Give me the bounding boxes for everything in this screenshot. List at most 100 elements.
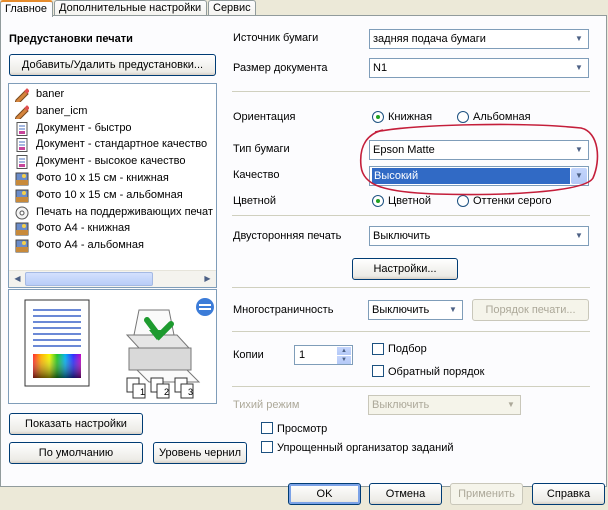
preview-checkbox[interactable] [261, 422, 273, 434]
paper-type-select[interactable]: Epson Matte ▼ [369, 140, 589, 160]
spin-up-icon[interactable]: ▲ [337, 347, 351, 355]
preset-label: Фото 10 x 15 см - альбомная [36, 188, 183, 201]
duplex-value: Выключить [373, 230, 431, 242]
preset-label: Документ - стандартное качество [36, 138, 208, 151]
svg-text:3: 3 [188, 387, 193, 397]
presets-horizontal-scrollbar[interactable]: ◀ ▶ [9, 270, 216, 287]
color-radio[interactable] [372, 195, 384, 207]
chevron-down-icon[interactable]: ▼ [571, 60, 587, 76]
document-icon [15, 121, 29, 136]
printer-icon [125, 309, 201, 383]
presets-heading: Предустановки печати [9, 33, 133, 45]
spin-down-icon[interactable]: ▼ [337, 356, 351, 364]
copies-label: Копии [233, 349, 264, 361]
show-settings-button[interactable]: Показать настройки [9, 413, 143, 435]
reverse-order-checkbox[interactable] [372, 365, 384, 377]
paper-source-select[interactable]: задняя подача бумаги ▼ [369, 29, 589, 49]
page-preview-icon [24, 299, 90, 387]
orientation-landscape-radio[interactable] [457, 111, 469, 123]
orientation-landscape-label[interactable]: Альбомная [473, 111, 531, 123]
print-preview-image: 1 2 3 [8, 289, 217, 404]
divider [232, 331, 590, 332]
tab-advanced-settings[interactable]: Дополнительные настройки [54, 0, 207, 16]
chevron-down-icon[interactable]: ▼ [571, 142, 587, 158]
collate-pages-icon: 1 2 3 [126, 377, 194, 399]
orientation-label: Ориентация [233, 111, 296, 123]
chevron-down-icon[interactable]: ▼ [503, 397, 519, 413]
help-button[interactable]: Справка [532, 483, 605, 505]
tab-main[interactable]: Главное [0, 0, 53, 17]
collate-label[interactable]: Подбор [388, 343, 427, 355]
photo-icon [15, 239, 29, 253]
preset-label: Фото А4 - альбомная [36, 239, 144, 252]
quiet-mode-value: Выключить [372, 399, 430, 411]
preset-label: Документ - высокое качество [36, 155, 186, 168]
divider [232, 287, 590, 288]
preview-label[interactable]: Просмотр [277, 423, 327, 435]
chevron-down-icon[interactable]: ▼ [571, 31, 587, 47]
document-icon [15, 138, 29, 153]
color-label: Цветной [233, 195, 276, 207]
chevron-down-icon[interactable]: ▼ [571, 168, 587, 184]
orientation-portrait-radio[interactable] [372, 111, 384, 123]
tab-service[interactable]: Сервис [208, 0, 256, 16]
ok-button[interactable]: OK [288, 483, 361, 505]
duplex-label: Двусторонняя печать [233, 230, 342, 242]
grayscale-radio[interactable] [457, 195, 469, 207]
document-size-select[interactable]: N1 ▼ [369, 58, 589, 78]
paper-type-label: Тип бумаги [233, 143, 290, 155]
multipage-select[interactable]: Выключить ▼ [368, 300, 463, 320]
copies-stepper[interactable]: 1 ▲ ▼ [294, 345, 353, 365]
chevron-down-icon[interactable]: ▼ [445, 302, 461, 318]
pencil-icon [14, 88, 30, 104]
multipage-label: Многостраничность [233, 304, 334, 316]
scroll-right-icon[interactable]: ▶ [200, 272, 215, 286]
preset-label: Фото 10 x 15 см - книжная [36, 172, 169, 184]
print-order-button[interactable]: Порядок печати... [472, 299, 589, 321]
scroll-left-icon[interactable]: ◀ [10, 272, 25, 286]
quality-select[interactable]: Высокий ▼ [369, 166, 589, 186]
color-option-label[interactable]: Цветной [388, 195, 431, 207]
preview-illustration: 1 2 3 [24, 298, 214, 399]
preset-label: baner [36, 88, 65, 100]
quality-label: Качество [233, 169, 280, 181]
presets-list[interactable]: baner baner_icm Документ - быстро Документ … [8, 83, 217, 288]
preset-label: Фото А4 - книжная [36, 222, 131, 235]
orientation-portrait-label[interactable]: Книжная [388, 111, 432, 123]
svg-text:2: 2 [164, 387, 169, 397]
divider [232, 91, 590, 92]
paper-type-value: Epson Matte [373, 144, 435, 156]
preset-label: Документ - быстро [36, 121, 132, 134]
ink-levels-button[interactable]: Уровень чернил [153, 442, 247, 464]
job-arranger-checkbox[interactable] [261, 441, 273, 453]
job-arranger-label[interactable]: Упрощенный организатор заданий [277, 442, 454, 454]
cancel-button[interactable]: Отмена [369, 483, 442, 505]
document-size-label: Размер документа [233, 62, 328, 74]
disc-icon [15, 206, 29, 220]
document-icon [15, 155, 29, 170]
quiet-mode-select[interactable]: Выключить ▼ [368, 395, 521, 415]
duplex-select[interactable]: Выключить ▼ [369, 226, 589, 246]
apply-button[interactable]: Применить [450, 483, 523, 505]
grayscale-option-label[interactable]: Оттенки серого [473, 195, 551, 207]
paper-source-value: задняя подача бумаги [373, 33, 486, 45]
quality-value: Высокий [374, 170, 419, 182]
collate-checkbox[interactable] [372, 343, 384, 355]
svg-text:1: 1 [140, 387, 145, 397]
photo-icon [15, 222, 29, 236]
add-remove-presets-button[interactable]: Добавить/Удалить предустановки... [9, 54, 216, 76]
quiet-mode-label: Тихий режим [233, 399, 300, 411]
preset-label: baner_icm [36, 104, 88, 117]
divider [232, 386, 590, 387]
defaults-button[interactable]: По умолчанию [9, 442, 143, 464]
duplex-settings-button[interactable]: Настройки... [352, 258, 458, 280]
paper-source-label: Источник бумаги [233, 32, 319, 44]
scrollbar-thumb[interactable] [25, 272, 153, 286]
divider [232, 215, 590, 216]
photo-icon [15, 189, 29, 203]
chevron-down-icon[interactable]: ▼ [571, 228, 587, 244]
multipage-value: Выключить [372, 304, 430, 316]
reverse-order-label[interactable]: Обратный порядок [388, 366, 484, 378]
tab-bar: Главное Дополнительные настройки Сервис [0, 0, 608, 17]
refresh-icon [196, 298, 214, 316]
